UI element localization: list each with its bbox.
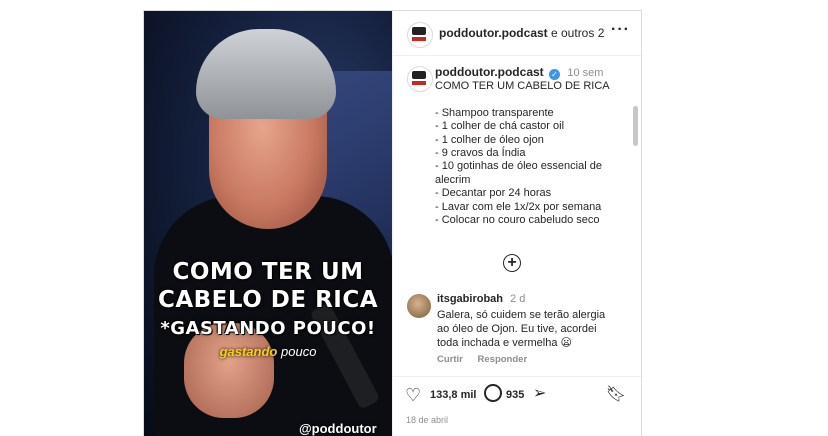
header-collab[interactable]: e outros 2	[551, 26, 604, 40]
comments-count[interactable]: 935	[506, 389, 524, 401]
post-header: poddoutor.podcast e outros 2 ···	[393, 11, 641, 56]
instagram-post: COMO TER UM CABELO DE RICA *GASTANDO POU…	[143, 10, 642, 436]
comment-text: Galera, só cuidem se terão alergia ao ól…	[437, 309, 606, 349]
load-more-comments-icon[interactable]: +	[503, 254, 521, 272]
bookmark-icon[interactable]: 🔖︎	[606, 384, 626, 404]
subtitle-highlight: gastando	[219, 344, 278, 359]
commenter-avatar[interactable]	[407, 294, 431, 318]
post-author-avatar[interactable]	[407, 66, 433, 92]
more-horizontal-icon[interactable]: ···	[611, 21, 630, 39]
verified-icon: ✓	[549, 69, 560, 80]
caption-area: poddoutor.podcast ✓ 10 sem COMO TER UM C…	[393, 56, 641, 376]
post-sidebar: poddoutor.podcast e outros 2 ··· poddout…	[392, 11, 641, 436]
video-watermark: @poddoutor	[299, 421, 377, 436]
subtitle-rest: pouco	[281, 344, 317, 359]
post-date: 18 de abril	[406, 415, 449, 425]
scrollbar-thumb[interactable]	[633, 106, 638, 146]
post-video[interactable]: COMO TER UM CABELO DE RICA *GASTANDO POU…	[144, 11, 392, 436]
video-subtitle: gastando pouco	[144, 344, 392, 359]
header-username[interactable]: poddoutor.podcast	[439, 26, 548, 40]
heart-icon[interactable]: ♡	[405, 385, 421, 406]
comment-icon[interactable]	[484, 384, 502, 402]
author-avatar[interactable]	[407, 22, 433, 48]
likes-count[interactable]: 133,8 mil	[430, 389, 476, 401]
commenter-username[interactable]: itsgabirobah	[437, 293, 503, 305]
post-time: 10 sem	[567, 67, 604, 79]
post-username[interactable]: poddoutor.podcast	[435, 65, 544, 79]
comment-reply-button[interactable]: Responder	[478, 354, 528, 365]
comment-header: itsgabirobah 2 d	[437, 293, 525, 305]
post-caption-text: COMO TER UM CABELO DE RICA - Shampoo tra…	[435, 80, 610, 227]
video-caption-line-2: CABELO DE RICA	[157, 287, 379, 313]
person-hair	[196, 29, 336, 119]
post-author-row: poddoutor.podcast ✓ 10 sem	[435, 65, 603, 80]
comment-like-button[interactable]: Curtir	[437, 354, 463, 365]
video-caption-line-3: *GASTANDO POUCO!	[160, 318, 376, 339]
comment-actions: Curtir Responder	[437, 354, 539, 365]
share-icon[interactable]: ➢	[533, 383, 546, 403]
video-caption-line-1: COMO TER UM	[172, 259, 364, 285]
header-title: poddoutor.podcast e outros 2	[439, 26, 604, 40]
post-actions-bar: ♡ 133,8 mil 935 ➢ 🔖︎ 18 de abril	[393, 376, 641, 436]
comment-time: 2 d	[510, 293, 526, 305]
